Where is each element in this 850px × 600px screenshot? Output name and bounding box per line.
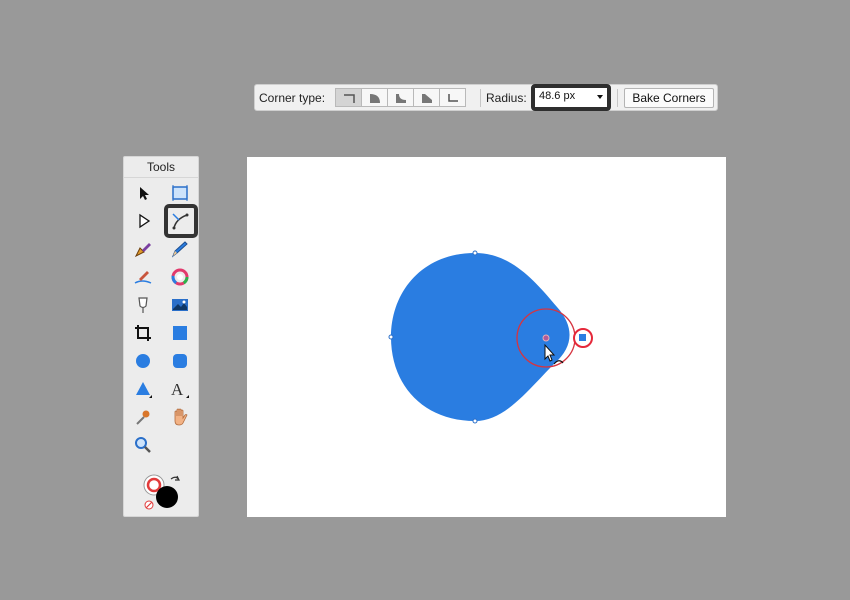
view-tool-icon[interactable] — [168, 405, 192, 429]
radius-dropdown-icon[interactable] — [597, 95, 603, 99]
no-color-icon[interactable] — [144, 500, 154, 510]
corner-inverted-button[interactable] — [439, 88, 466, 107]
vector-brush-tool-icon[interactable] — [131, 265, 155, 289]
fill-tool-icon[interactable] — [168, 265, 192, 289]
toolbar-separator — [480, 89, 481, 107]
triangle-tool-icon[interactable] — [131, 377, 155, 401]
corner-straight-button[interactable] — [413, 88, 440, 107]
corner-none-icon — [343, 93, 355, 103]
color-picker-tool-icon[interactable] — [131, 405, 155, 429]
crop-tool-icon[interactable] — [131, 321, 155, 345]
pencil-tool-icon[interactable] — [168, 237, 192, 261]
color-swatches — [141, 471, 185, 511]
corner-type-label: Corner type: — [259, 91, 326, 105]
corner-concave-button[interactable] — [387, 88, 414, 107]
radius-center-handle[interactable] — [542, 334, 550, 342]
node-tool-icon[interactable] — [131, 209, 155, 233]
zoom-tool-icon[interactable] — [131, 433, 155, 457]
bake-corners-button[interactable]: Bake Corners — [624, 88, 714, 108]
place-image-tool-icon[interactable] — [168, 293, 192, 317]
swap-colors-icon[interactable] — [170, 475, 180, 481]
node-handle-bottom[interactable] — [472, 418, 478, 424]
corner-node-handle[interactable] — [579, 334, 586, 341]
toolbar-separator — [617, 89, 618, 107]
corner-rounded-button[interactable] — [361, 88, 388, 107]
rounded-rectangle-tool-icon[interactable] — [168, 349, 192, 373]
active-tool-highlight — [164, 204, 198, 238]
radius-label: Radius: — [486, 91, 527, 105]
move-tool-icon[interactable] — [131, 181, 155, 205]
artistic-text-tool-icon[interactable]: A — [168, 377, 192, 401]
context-toolbar: Corner type: Radius: 48.6 px Bake Corner… — [254, 84, 718, 111]
corner-inverted-icon — [447, 93, 458, 102]
transparency-tool-icon[interactable] — [131, 293, 155, 317]
document-canvas[interactable] — [247, 157, 726, 517]
corner-type-group — [335, 88, 466, 107]
radius-field[interactable]: 48.6 px — [531, 84, 611, 111]
tools-panel: Tools A — [123, 156, 199, 517]
rectangle-tool-icon[interactable] — [168, 321, 192, 345]
canvas-drawing[interactable] — [247, 157, 726, 517]
svg-text:A: A — [171, 380, 184, 399]
tools-panel-title: Tools — [124, 157, 198, 178]
pen-tool-icon[interactable] — [131, 237, 155, 261]
node-handle-top[interactable] — [472, 250, 478, 256]
node-handle-left[interactable] — [388, 334, 394, 340]
corner-concave-icon — [395, 93, 406, 103]
corner-straight-icon — [421, 93, 432, 103]
stroke-swatch[interactable] — [156, 486, 178, 508]
ellipse-tool-icon[interactable] — [131, 349, 155, 373]
artboard-tool-icon[interactable] — [168, 181, 192, 205]
corner-none-button[interactable] — [335, 88, 362, 107]
corner-rounded-icon — [369, 93, 380, 103]
